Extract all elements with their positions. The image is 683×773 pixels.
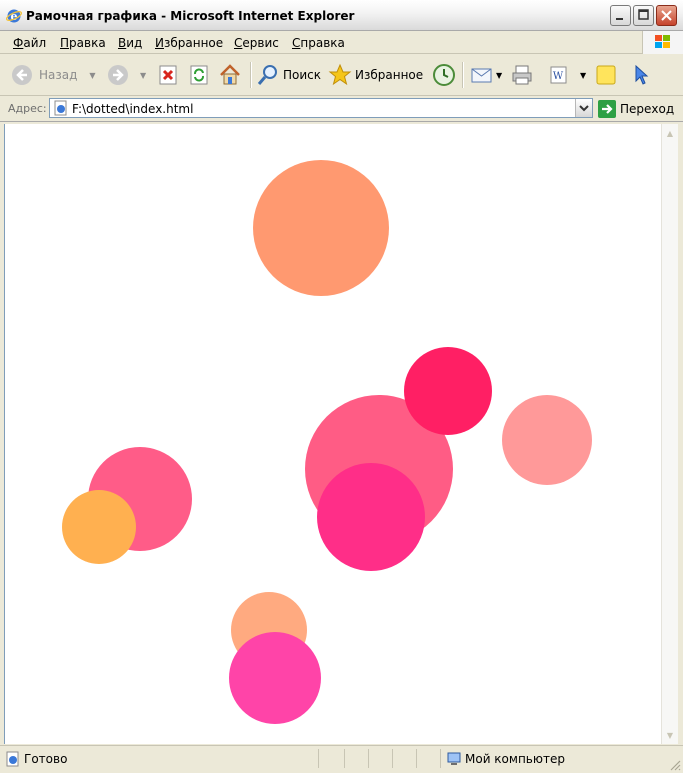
decorative-circle bbox=[404, 347, 492, 435]
status-text: Готово bbox=[24, 752, 68, 766]
edit-button[interactable]: W ▼ bbox=[548, 62, 586, 88]
toolbar-separator bbox=[462, 62, 464, 88]
discuss-button[interactable] bbox=[594, 62, 618, 88]
windows-flag-icon bbox=[655, 35, 670, 48]
page-viewport[interactable] bbox=[4, 124, 661, 744]
decorative-circle bbox=[62, 490, 136, 564]
home-button[interactable] bbox=[218, 62, 242, 88]
favorites-star-icon bbox=[328, 63, 352, 86]
status-pane bbox=[368, 749, 392, 768]
circles-canvas bbox=[62, 160, 592, 724]
stop-button[interactable] bbox=[157, 62, 179, 88]
address-input[interactable]: F:\dotted\index.html bbox=[49, 98, 593, 118]
go-button[interactable]: Переход bbox=[598, 100, 674, 118]
media-button[interactable] bbox=[432, 62, 456, 88]
close-icon bbox=[661, 10, 672, 21]
security-zone: Мой компьютер bbox=[446, 751, 565, 767]
status-bar: Готово Мой компьютер bbox=[0, 745, 683, 773]
favorites-button[interactable]: Избранное bbox=[328, 62, 423, 88]
toolbar-separator bbox=[250, 62, 252, 88]
address-bar: Адрес: F:\dotted\index.html Переход bbox=[0, 96, 683, 122]
windows-logo bbox=[642, 31, 683, 54]
forward-dropdown-icon[interactable]: ▼ bbox=[140, 71, 146, 80]
stop-icon bbox=[159, 65, 177, 85]
media-history-icon bbox=[433, 64, 455, 86]
address-dropdown-button[interactable] bbox=[575, 99, 592, 117]
back-button[interactable]: Назад ▼ bbox=[10, 62, 96, 88]
close-button[interactable] bbox=[656, 5, 677, 26]
messenger-cursor-icon bbox=[635, 64, 649, 85]
printer-icon bbox=[512, 65, 532, 85]
search-icon bbox=[257, 65, 277, 85]
back-dropdown-icon[interactable]: ▼ bbox=[89, 71, 95, 80]
scroll-up-arrow-icon: ▲ bbox=[666, 128, 674, 138]
status-pane bbox=[344, 749, 368, 768]
refresh-icon bbox=[190, 65, 208, 85]
chevron-down-icon bbox=[579, 105, 589, 112]
minimize-button[interactable] bbox=[610, 5, 631, 26]
menu-bar: Файл Правка Вид Избранное Сервис Справка bbox=[0, 31, 683, 54]
title-bar[interactable]: e Рамочная графика - Microsoft Internet … bbox=[0, 0, 683, 31]
svg-text:W: W bbox=[553, 71, 564, 82]
mail-button[interactable]: ▼ bbox=[470, 62, 502, 88]
my-computer-icon bbox=[447, 752, 461, 765]
messenger-button[interactable] bbox=[628, 62, 652, 88]
minimize-icon bbox=[616, 18, 623, 20]
decorative-circle bbox=[317, 463, 425, 571]
menu-view[interactable]: Вид bbox=[118, 36, 142, 50]
forward-button[interactable]: ▼ bbox=[106, 62, 146, 88]
status-pane bbox=[392, 749, 416, 768]
ie-icon: e bbox=[6, 9, 22, 23]
edit-dropdown-icon[interactable]: ▼ bbox=[580, 71, 586, 80]
refresh-button[interactable] bbox=[188, 62, 210, 88]
maximize-button[interactable] bbox=[633, 5, 654, 26]
mail-dropdown-icon[interactable]: ▼ bbox=[496, 71, 502, 80]
decorative-circle bbox=[253, 160, 389, 296]
address-value: F:\dotted\index.html bbox=[72, 102, 194, 116]
menu-file[interactable]: Файл bbox=[13, 36, 46, 50]
page-icon bbox=[54, 100, 67, 116]
status-pane bbox=[318, 749, 344, 768]
decorative-circle bbox=[229, 632, 321, 724]
forward-arrow-icon bbox=[108, 65, 128, 85]
go-arrow-icon bbox=[598, 100, 616, 118]
scroll-down-arrow-icon: ▼ bbox=[666, 730, 674, 740]
resize-grip-icon[interactable] bbox=[669, 759, 681, 771]
menu-favorites[interactable]: Избранное bbox=[155, 36, 223, 50]
address-label: Адрес: bbox=[8, 102, 47, 115]
menu-edit[interactable]: Правка bbox=[60, 36, 106, 50]
search-button[interactable]: Поиск bbox=[256, 62, 321, 88]
print-button[interactable] bbox=[510, 62, 534, 88]
menu-help[interactable]: Справка bbox=[292, 36, 345, 50]
page-status-icon bbox=[6, 751, 19, 767]
home-icon bbox=[220, 64, 240, 85]
status-pane bbox=[416, 749, 440, 768]
back-arrow-icon bbox=[12, 65, 32, 85]
mail-icon bbox=[471, 68, 492, 83]
vertical-scrollbar[interactable]: ▲ ▼ bbox=[661, 124, 678, 744]
maximize-icon bbox=[638, 9, 649, 20]
toolbar: Назад ▼ ▼ Поиск Избранное ▼ W ▼ bbox=[0, 54, 683, 96]
note-icon bbox=[596, 65, 616, 85]
window-title: Рамочная графика - Microsoft Internet Ex… bbox=[26, 9, 355, 23]
menu-tools[interactable]: Сервис bbox=[234, 36, 279, 50]
scroll-down-button[interactable]: ▼ bbox=[662, 727, 678, 743]
scroll-up-button[interactable]: ▲ bbox=[662, 125, 678, 141]
word-edit-icon: W bbox=[550, 66, 567, 84]
decorative-circle bbox=[502, 395, 592, 485]
